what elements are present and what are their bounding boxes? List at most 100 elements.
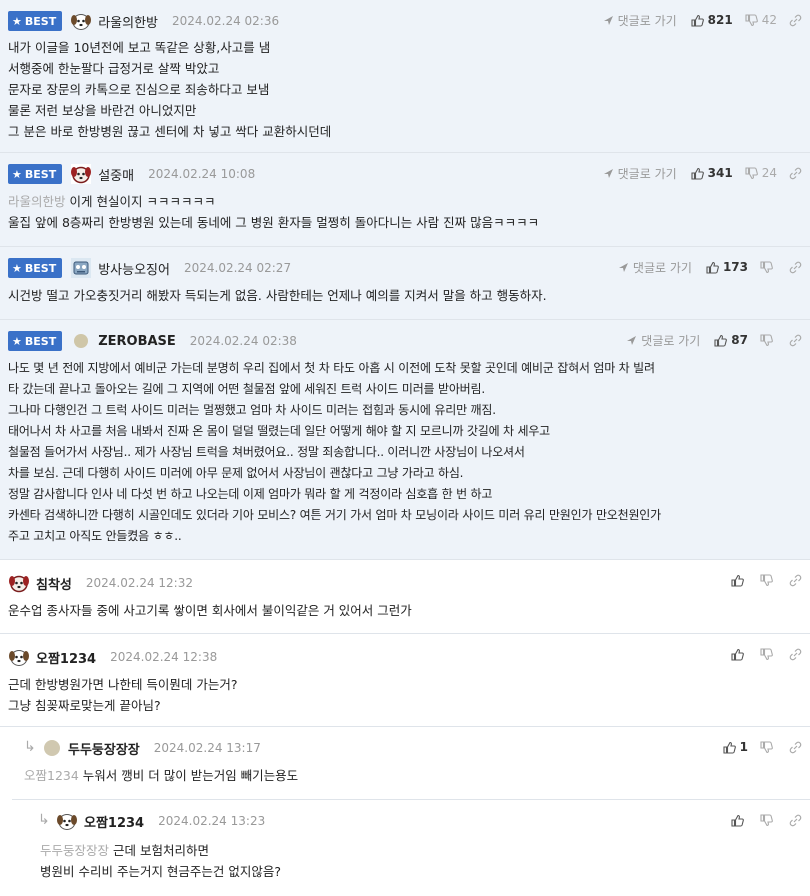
comment-date: 2024.02.24 10:08 <box>148 167 256 181</box>
comment-body: 시건방 떨고 가오충짓거리 해봤자 득되는게 없음. 사람한테는 언제나 예의를… <box>8 288 547 303</box>
comment-body: 나도 몇 년 전에 지방에서 예비군 가는데 분명히 우리 집에서 첫 차 타도… <box>8 361 661 543</box>
thumbs-up-icon <box>731 574 744 587</box>
comment-date: 2024.02.24 12:32 <box>85 576 193 590</box>
best-badge: ★ BEST <box>8 331 63 351</box>
like-button[interactable] <box>731 814 748 827</box>
share-link-icon[interactable] <box>789 261 802 274</box>
star-icon: ★ <box>12 334 22 348</box>
mention-link[interactable]: 라울의한방 <box>8 194 66 209</box>
comment-list: ★ BEST 라울의한방 2024.02.24 02:36 댓글로 가기 821 … <box>0 0 810 896</box>
nickname[interactable]: 침착성 <box>36 574 72 593</box>
nickname[interactable]: ZEROBASE <box>98 334 176 349</box>
thumbs-down-icon <box>760 260 773 273</box>
thumbs-down-icon <box>745 166 758 179</box>
like-button[interactable]: 821 <box>691 13 733 27</box>
thumbs-up-icon <box>714 334 728 347</box>
puppy-avatar-icon[interactable] <box>8 646 30 668</box>
nickname[interactable]: 설중매 <box>98 165 134 184</box>
dislike-button[interactable] <box>760 573 777 587</box>
share-link-icon[interactable] <box>789 334 802 347</box>
reply-indent-icon: ↳ <box>38 812 50 828</box>
reply-item: ↳ 오짬1234 2024.02.24 13:23 두두둥장장장 근데 보험처리… <box>22 800 810 896</box>
arrow-icon <box>603 168 613 178</box>
share-link-icon[interactable] <box>789 167 802 180</box>
thumbs-up-icon <box>691 167 704 180</box>
comment-date: 2024.02.24 02:36 <box>172 14 280 28</box>
dislike-button[interactable]: 24 <box>745 166 777 180</box>
dislike-button[interactable] <box>760 260 777 274</box>
star-icon: ★ <box>12 14 22 28</box>
like-button[interactable]: 173 <box>706 260 748 274</box>
mention-link[interactable]: 오짬1234 <box>24 768 79 783</box>
comment-body: 근데 한방병원가면 나한테 득이뭔데 가는거? 그냥 침꽂짜로맞는게 끝아님? <box>8 677 238 713</box>
dislike-button[interactable] <box>760 813 777 827</box>
thumbs-down-icon <box>760 740 773 753</box>
comment-date: 2024.02.24 13:17 <box>153 741 261 755</box>
thumbs-down-icon <box>745 13 758 26</box>
share-link-icon[interactable] <box>789 741 802 754</box>
comment-actions: 댓글로 가기 341 24 <box>603 163 802 183</box>
like-button[interactable] <box>731 648 748 661</box>
comment-item: ★ BEST ZEROBASE 2024.02.24 02:38 댓글로 가기 8… <box>0 320 810 560</box>
go-to-reply-link[interactable]: 댓글로 가기 <box>618 259 692 276</box>
comment-actions <box>731 810 802 830</box>
comment-actions <box>731 644 802 664</box>
go-to-reply-link[interactable]: 댓글로 가기 <box>626 332 700 349</box>
comment-actions <box>731 570 802 590</box>
dot-avatar-icon[interactable] <box>70 330 92 352</box>
red-dog-avatar-icon[interactable] <box>8 572 30 594</box>
comment-item: 오짬1234 2024.02.24 12:38 근데 한방병원가면 나한테 득이… <box>0 634 810 727</box>
best-badge: ★ BEST <box>8 258 63 278</box>
dislike-button[interactable] <box>760 740 777 754</box>
comment-item: ★ BEST 방사능오징어 2024.02.24 02:27 댓글로 가기 173… <box>0 247 810 320</box>
nickname[interactable]: 라울의한방 <box>98 12 158 31</box>
best-badge: ★ BEST <box>8 11 63 31</box>
mention-link[interactable]: 두두둥장장장 <box>40 843 109 858</box>
comment-body: 오짬1234 누워서 깽비 더 많이 받는거임 빼기는용도 <box>24 768 299 783</box>
robot-avatar-icon[interactable] <box>70 257 92 279</box>
comment-header: 두두둥장장장 2024.02.24 13:17 <box>44 737 261 759</box>
dislike-button[interactable] <box>760 333 777 347</box>
thumbs-down-icon <box>760 813 773 826</box>
red-dog-avatar-icon[interactable] <box>70 163 92 185</box>
dot-avatar-icon[interactable] <box>44 740 60 756</box>
thumbs-up-icon <box>723 741 736 754</box>
comment-actions: 1 <box>723 737 802 757</box>
like-button[interactable]: 341 <box>691 166 733 180</box>
comment-date: 2024.02.24 13:23 <box>158 814 266 828</box>
share-link-icon[interactable] <box>789 574 802 587</box>
thumbs-down-icon <box>760 647 773 660</box>
comment-actions: 댓글로 가기 87 <box>626 330 802 350</box>
go-to-reply-link[interactable]: 댓글로 가기 <box>603 165 677 182</box>
like-button[interactable] <box>731 574 748 587</box>
thumbs-down-icon <box>760 573 773 586</box>
comment-header: 오짬1234 2024.02.24 12:38 <box>8 646 217 668</box>
thumbs-up-icon <box>731 648 744 661</box>
comment-date: 2024.02.24 12:38 <box>110 650 218 664</box>
comment-body: 운수업 종사자들 중에 사고기록 쌓이면 회사에서 불이익같은 거 있어서 그런… <box>8 603 412 618</box>
go-to-reply-link[interactable]: 댓글로 가기 <box>603 12 677 29</box>
best-badge: ★ BEST <box>8 164 63 184</box>
nickname[interactable]: 두두둥장장장 <box>68 739 140 758</box>
comment-actions: 댓글로 가기 173 <box>618 257 802 277</box>
comment-date: 2024.02.24 02:27 <box>183 261 292 275</box>
puppy-avatar-icon[interactable] <box>56 810 78 832</box>
share-link-icon[interactable] <box>789 814 802 827</box>
arrow-icon <box>627 335 637 345</box>
comment-body: 두두둥장장장 근데 보험처리하면 병원비 수리비 주는거지 현금주는건 없지않음… <box>40 843 282 879</box>
like-button[interactable]: 87 <box>714 333 748 347</box>
comment-item: 침착성 2024.02.24 12:32 운수업 종사자들 중에 사고기록 쌓이… <box>0 560 810 634</box>
nickname[interactable]: 방사능오징어 <box>98 259 170 278</box>
nickname[interactable]: 오짬1234 <box>84 812 144 831</box>
share-link-icon[interactable] <box>789 648 802 661</box>
like-button[interactable]: 1 <box>723 740 748 754</box>
star-icon: ★ <box>12 261 22 275</box>
nickname[interactable]: 오짬1234 <box>36 648 96 667</box>
share-link-icon[interactable] <box>789 14 802 27</box>
dislike-button[interactable]: 42 <box>745 13 777 27</box>
puppy-avatar-icon[interactable] <box>70 10 92 32</box>
comment-header: ★ BEST 라울의한방 2024.02.24 02:36 <box>8 10 279 32</box>
comment-body: 내가 이글을 10년전에 보고 똑같은 상황,사고를 냄 서행중에 한눈팔다 급… <box>8 40 332 139</box>
dislike-button[interactable] <box>760 647 777 661</box>
comment-header: 오짬1234 2024.02.24 13:23 <box>56 810 265 832</box>
